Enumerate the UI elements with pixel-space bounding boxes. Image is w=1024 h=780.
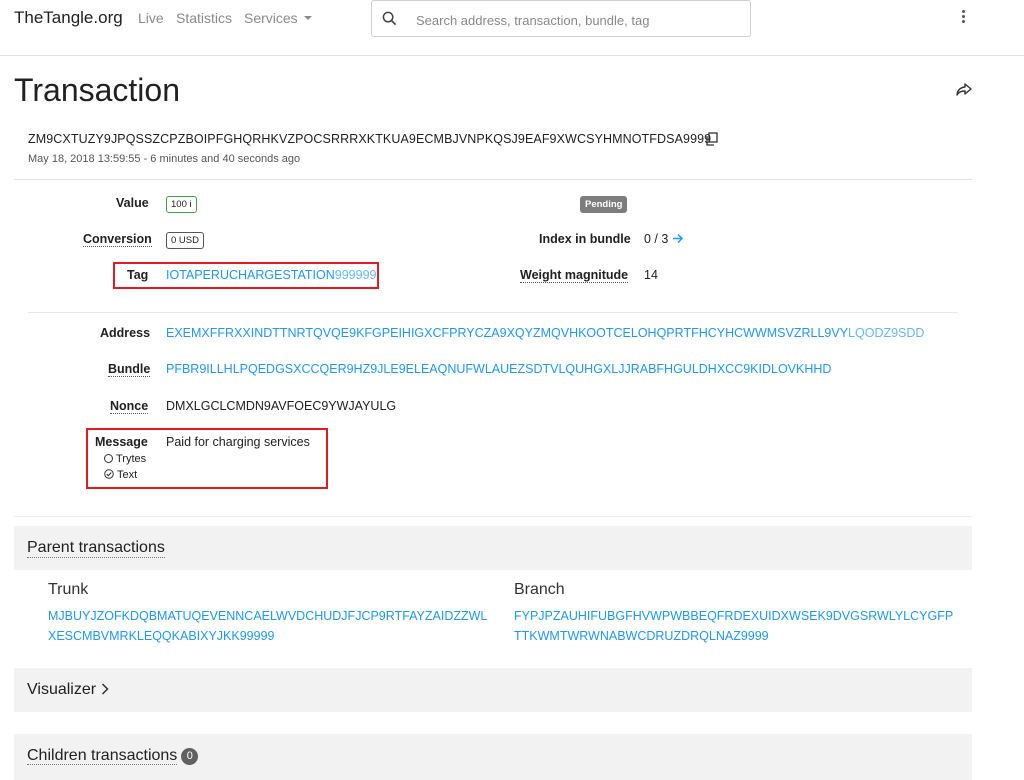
message-format-text[interactable]: Text (104, 469, 137, 481)
address-link[interactable]: EXEMXFFRXXINDTTNRTQVQE9KFGPEIHIGXCFPRYCZ… (166, 326, 924, 340)
weight-label[interactable]: Weight magnitude (520, 268, 629, 283)
chevron-right-icon (101, 683, 109, 695)
weight-value: 14 (644, 268, 658, 282)
divider (28, 312, 958, 313)
parent-transactions-header: Parent transactions (14, 526, 972, 570)
search-input[interactable] (414, 7, 738, 33)
radio-unchecked-icon (104, 454, 113, 463)
visualizer-header[interactable]: Visualizer (14, 668, 972, 712)
index-label: Index in bundle (539, 232, 631, 246)
tag-label: Tag (127, 268, 149, 282)
page-title: Transaction (14, 72, 180, 108)
nav-statistics-link[interactable]: Statistics (176, 10, 232, 26)
message-format-trytes[interactable]: Trytes (104, 453, 146, 465)
trunk-label: Trunk (48, 581, 89, 598)
nav-services-dropdown[interactable]: Services (244, 10, 312, 26)
divider (14, 516, 972, 517)
nav-services-label: Services (244, 10, 298, 26)
bundle-label[interactable]: Bundle (108, 362, 151, 377)
trunk-link[interactable]: MJBUYJZOFKDQBMATUQEVENNCAELWVDCHUDJFJCP9… (48, 606, 488, 646)
conversion-chip: 0 USD (166, 232, 204, 249)
children-count-badge: 0 (181, 748, 199, 765)
index-text: 0 / 3 (644, 232, 669, 246)
value-label: Value (116, 196, 149, 210)
nav-live-link[interactable]: Live (138, 10, 164, 26)
top-navbar: TheTangle.org Live Statistics Services (0, 0, 1024, 56)
branch-link[interactable]: FYPJPZAUHIFUBGFHVWPWBBEQFRDEXUIDXWSEK9DV… (514, 606, 954, 646)
chevron-down-icon (303, 16, 312, 20)
brand-logo-link[interactable]: TheTangle.org (14, 8, 123, 28)
index-value: 0 / 3 (644, 232, 684, 246)
tag-link[interactable]: IOTAPERUCHARGESTATION999999 (166, 268, 376, 282)
divider (14, 179, 972, 180)
children-transactions-title: Children transactions 0 (27, 747, 199, 765)
trytes-option-label: Trytes (116, 453, 147, 465)
transaction-timestamp: May 18, 2018 13:59:55 - 6 minutes and 40… (28, 153, 301, 165)
tag-padding: 999999 (334, 268, 377, 282)
address-text: EXEMXFFRXXINDTTNRTQVQE9KFGPEIHIGXCFPRYCZ… (166, 326, 849, 340)
radio-checked-icon (104, 469, 114, 479)
more-options-icon[interactable] (955, 8, 971, 28)
text-option-label: Text (117, 469, 138, 481)
bundle-link[interactable]: PFBR9ILLHLPQEDGSXCCQER9HZ9JLE9ELEAQNUFWL… (166, 362, 831, 376)
tag-text: IOTAPERUCHARGESTATION (166, 268, 335, 282)
message-value: Paid for charging services (166, 435, 310, 449)
arrow-right-icon[interactable] (672, 233, 684, 244)
nonce-label[interactable]: Nonce (110, 399, 149, 414)
visualizer-title-text: Visualizer (27, 681, 97, 698)
share-icon[interactable] (955, 82, 973, 98)
nonce-value: DMXLGCLCMDN9AVFOEC9YWJAYULG (166, 399, 397, 413)
search-box (371, 0, 751, 37)
parent-transactions-title[interactable]: Parent transactions (27, 539, 165, 558)
transaction-hash: ZM9CXTUZY9JPQSSZCPZBOIPFGHQRHKVZPOCSRRRX… (28, 132, 712, 146)
children-transactions-label[interactable]: Children transactions (27, 747, 178, 765)
search-icon (382, 11, 397, 26)
status-badge: Pending (580, 196, 628, 213)
branch-label: Branch (514, 581, 565, 598)
address-label: Address (100, 326, 151, 340)
address-checksum: LQODZ9SDD (848, 326, 925, 340)
visualizer-title: Visualizer (27, 681, 109, 699)
message-label: Message (95, 435, 148, 449)
children-transactions-header: Children transactions 0 (14, 734, 972, 780)
copy-icon[interactable] (705, 132, 718, 146)
value-chip: 100 i (166, 196, 197, 213)
conversion-label[interactable]: Conversion (83, 232, 152, 247)
